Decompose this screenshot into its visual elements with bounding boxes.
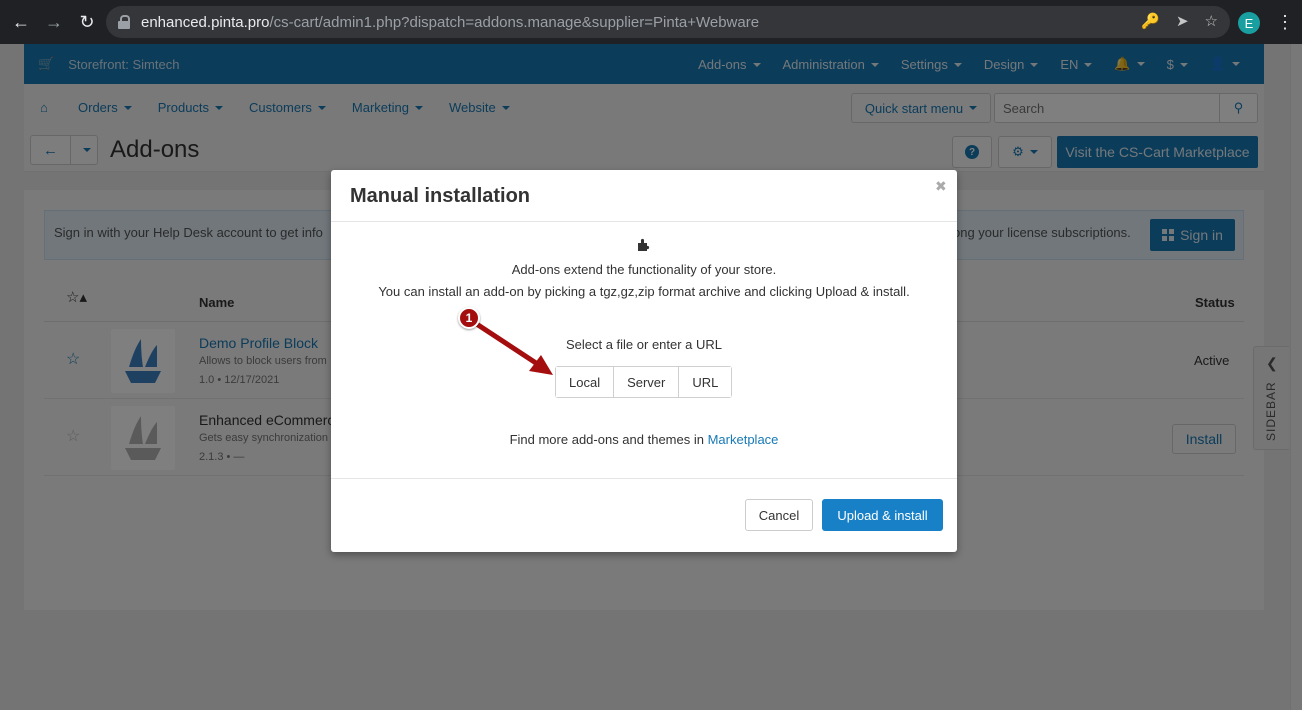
close-icon[interactable]: ✖ [935, 178, 947, 195]
annotation-step-badge: 1 [458, 307, 480, 329]
dialog-title: Manual installation [350, 185, 531, 207]
puzzle-icon [638, 238, 650, 251]
source-server-button[interactable]: Server [614, 367, 680, 397]
cancel-button[interactable]: Cancel [745, 499, 813, 531]
source-url-button[interactable]: URL [679, 367, 732, 397]
find-more-text: Find more add-ons and themes in Marketpl… [331, 432, 957, 447]
url-text: enhanced.pinta.pro/cs-cart/admin1.php?di… [141, 13, 760, 31]
dialog-description-2: You can install an add-on by picking a t… [378, 284, 910, 299]
dialog-description-1: Add-ons extend the functionality of your… [511, 262, 777, 277]
reload-icon[interactable]: ↻ [75, 10, 99, 34]
forward-arrow-icon[interactable]: → [42, 10, 66, 34]
back-arrow-icon[interactable]: ← [9, 10, 33, 34]
upload-install-button[interactable]: Upload & install [822, 499, 943, 531]
address-bar[interactable]: enhanced.pinta.pro/cs-cart/admin1.php?di… [106, 6, 1230, 38]
key-icon[interactable]: 🔑 [1141, 12, 1160, 30]
browser-menu-icon[interactable]: ⋮ [1276, 12, 1294, 32]
profile-avatar[interactable]: E [1238, 12, 1260, 34]
bookmark-star-icon[interactable]: ☆ [1205, 12, 1218, 30]
dialog-header: Manual installation ✖ [331, 170, 957, 222]
marketplace-link[interactable]: Marketplace [708, 432, 779, 447]
select-source-label: Select a file or enter a URL [565, 337, 723, 352]
dialog-footer: Cancel Upload & install [331, 479, 957, 551]
send-icon[interactable]: ➤ [1176, 12, 1189, 30]
browser-toolbar: ← → ↻ enhanced.pinta.pro/cs-cart/admin1.… [0, 0, 1302, 44]
source-selector: Local Server URL [555, 366, 733, 398]
find-more-label: Find more add-ons and themes in [509, 432, 704, 447]
lock-icon [118, 15, 130, 29]
manual-installation-dialog: Manual installation ✖ Add-ons extend the… [331, 170, 957, 552]
dialog-body: Add-ons extend the functionality of your… [331, 222, 957, 479]
